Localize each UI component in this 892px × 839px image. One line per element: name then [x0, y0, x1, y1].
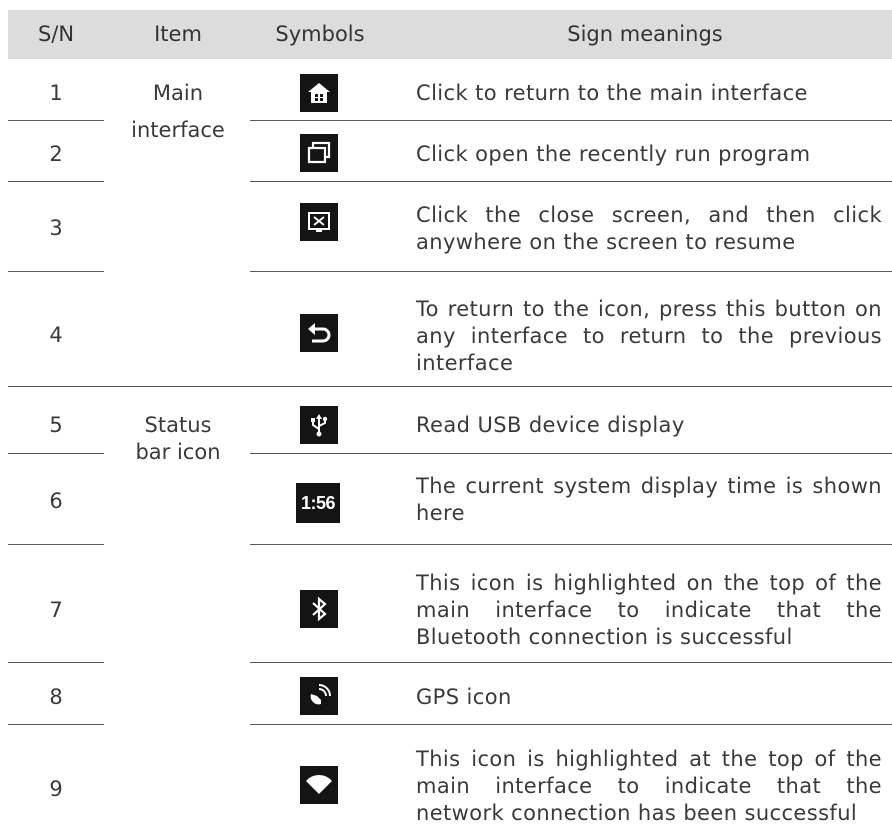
row-2-meaning: Click open the recently run program [416, 142, 811, 166]
row-divider [8, 662, 104, 663]
row-divider [8, 120, 104, 121]
recent-apps-icon [300, 134, 338, 172]
row-5-sn: 5 [49, 413, 63, 437]
bluetooth-icon [300, 590, 338, 628]
row-divider [8, 271, 104, 272]
row-3-meaning: Click the close screen, and then click a… [416, 203, 882, 254]
group-label-main-line2: interface [131, 118, 225, 142]
usb-icon [300, 406, 338, 444]
wifi-icon [300, 766, 338, 804]
row-8-meaning: GPS icon [416, 685, 512, 709]
row-divider [250, 181, 892, 182]
row-1-meaning: Click to return to the main interface [416, 81, 808, 105]
row-9-sn: 9 [49, 777, 63, 801]
row-5-meaning: Read USB device display [416, 413, 685, 437]
row-divider [250, 120, 892, 121]
row-6-meaning: The current system display time is shown… [416, 474, 882, 525]
header-sign-meanings: Sign meanings [567, 22, 723, 46]
row-3-sn: 3 [49, 216, 63, 240]
row-divider [250, 662, 892, 663]
row-divider [250, 453, 892, 454]
header-item: Item [154, 22, 202, 46]
row-4-meaning: To return to the icon, press this button… [416, 297, 882, 375]
row-7-meaning: This icon is highlighted on the top of t… [416, 571, 882, 649]
row-6-sn: 6 [49, 489, 63, 513]
row-divider [250, 724, 892, 725]
clock-display: 1:56 [296, 483, 340, 523]
row-7-sn: 7 [49, 598, 63, 622]
row-1-sn: 1 [49, 81, 63, 105]
home-icon [300, 74, 338, 112]
group-divider [8, 386, 892, 387]
row-divider [250, 544, 892, 545]
close-screen-icon [300, 203, 338, 241]
group-label-status-line1: Status [144, 413, 212, 437]
row-8-sn: 8 [49, 685, 63, 709]
row-divider [8, 724, 104, 725]
row-divider [8, 453, 104, 454]
header-symbols: Symbols [275, 22, 365, 46]
row-4-sn: 4 [49, 323, 63, 347]
gps-icon [300, 677, 338, 715]
group-label-main-line1: Main [152, 81, 204, 105]
row-2-sn: 2 [49, 142, 63, 166]
row-9-meaning: This icon is highlighted at the top of t… [416, 747, 882, 825]
row-divider [8, 181, 104, 182]
back-icon [300, 314, 338, 352]
header-sn: S/N [37, 22, 75, 46]
row-divider [8, 544, 104, 545]
row-divider [250, 271, 892, 272]
group-label-status-line2: bar icon [135, 440, 221, 464]
